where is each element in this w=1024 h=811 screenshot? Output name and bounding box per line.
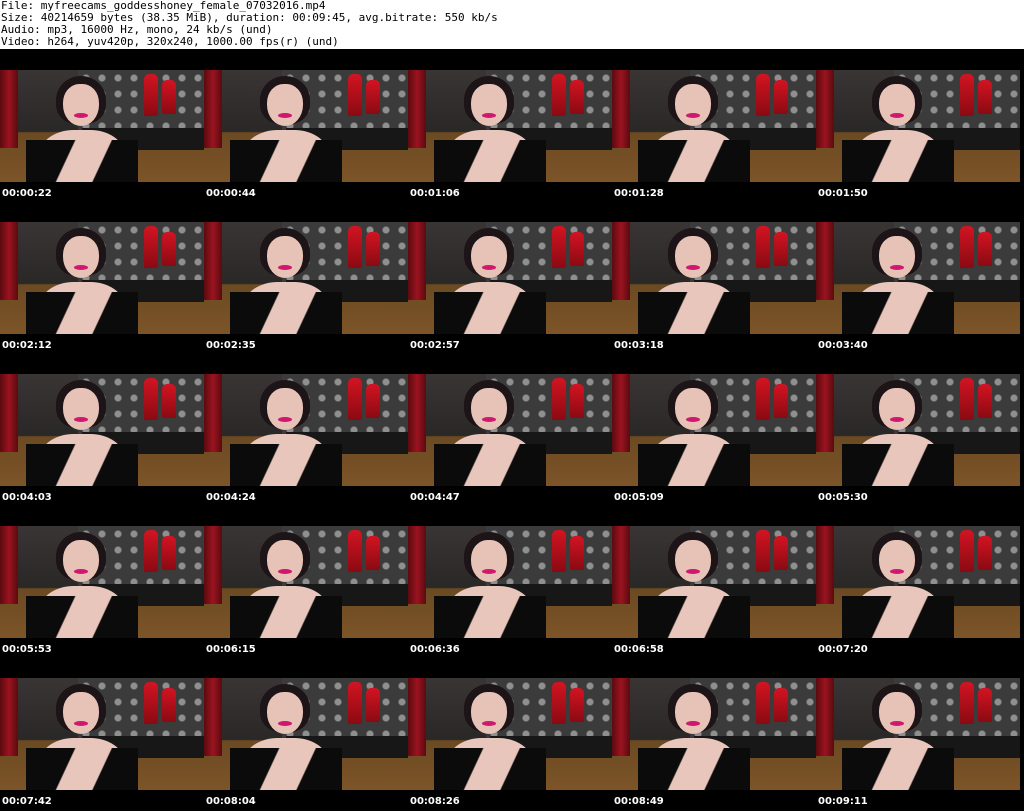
thumbnail-frame: 00:07:20 bbox=[816, 505, 1020, 657]
thumbnail-image bbox=[408, 526, 612, 638]
timestamp-label: 00:09:11 bbox=[818, 796, 868, 807]
thumbnail-frame: 00:02:12 bbox=[0, 201, 204, 353]
thumbnail-frame: 00:08:49 bbox=[612, 657, 816, 809]
thumbnail-image bbox=[816, 526, 1020, 638]
thumbnail-frame: 00:07:42 bbox=[0, 657, 204, 809]
thumbnail-grid: 00:00:22 00:00:44 00:01:06 00:01:28 00:01:50… bbox=[0, 49, 1024, 811]
thumbnail-frame: 00:04:03 bbox=[0, 353, 204, 505]
video-info-line: Video: h264, yuv420p, 320x240, 1000.00 f… bbox=[1, 35, 339, 48]
thumbnail-image bbox=[612, 70, 816, 182]
timestamp-label: 00:02:12 bbox=[2, 340, 52, 351]
thumbnail-image bbox=[408, 70, 612, 182]
thumbnail-frame: 00:04:47 bbox=[408, 353, 612, 505]
thumbnail-frame: 00:05:53 bbox=[0, 505, 204, 657]
timestamp-label: 00:00:22 bbox=[2, 188, 52, 199]
timestamp-label: 00:06:15 bbox=[206, 644, 256, 655]
thumbnail-frame: 00:02:57 bbox=[408, 201, 612, 353]
thumbnail-image bbox=[0, 374, 204, 486]
timestamp-label: 00:01:06 bbox=[410, 188, 460, 199]
thumbnail-image bbox=[204, 526, 408, 638]
thumbnail-frame: 00:06:36 bbox=[408, 505, 612, 657]
timestamp-label: 00:07:20 bbox=[818, 644, 868, 655]
thumbnail-image bbox=[408, 222, 612, 334]
thumbnail-frame: 00:08:04 bbox=[204, 657, 408, 809]
thumbnail-frame: 00:00:22 bbox=[0, 49, 204, 201]
thumbnail-image bbox=[612, 678, 816, 790]
thumbnail-frame: 00:06:15 bbox=[204, 505, 408, 657]
timestamp-label: 00:05:53 bbox=[2, 644, 52, 655]
thumbnail-frame: 00:05:30 bbox=[816, 353, 1020, 505]
thumbnail-image bbox=[204, 222, 408, 334]
thumbnail-image bbox=[816, 678, 1020, 790]
thumbnail-image bbox=[612, 374, 816, 486]
timestamp-label: 00:08:26 bbox=[410, 796, 460, 807]
thumbnail-image bbox=[0, 222, 204, 334]
thumbnail-frame: 00:04:24 bbox=[204, 353, 408, 505]
thumbnail-frame: 00:05:09 bbox=[612, 353, 816, 505]
file-info-header: File: myfreecams_goddesshoney_female_070… bbox=[0, 0, 1024, 48]
thumbnail-image bbox=[204, 678, 408, 790]
timestamp-label: 00:07:42 bbox=[2, 796, 52, 807]
thumbnail-image bbox=[204, 70, 408, 182]
thumbnail-image bbox=[408, 678, 612, 790]
thumbnail-image bbox=[816, 70, 1020, 182]
thumbnail-image bbox=[612, 222, 816, 334]
thumbnail-image bbox=[204, 374, 408, 486]
thumbnail-frame: 00:06:58 bbox=[612, 505, 816, 657]
timestamp-label: 00:04:47 bbox=[410, 492, 460, 503]
timestamp-label: 00:08:04 bbox=[206, 796, 256, 807]
thumbnail-frame: 00:08:26 bbox=[408, 657, 612, 809]
timestamp-label: 00:05:30 bbox=[818, 492, 868, 503]
timestamp-label: 00:01:50 bbox=[818, 188, 868, 199]
thumbnail-image bbox=[816, 222, 1020, 334]
thumbnail-image bbox=[408, 374, 612, 486]
timestamp-label: 00:08:49 bbox=[614, 796, 664, 807]
timestamp-label: 00:02:35 bbox=[206, 340, 256, 351]
timestamp-label: 00:00:44 bbox=[206, 188, 256, 199]
timestamp-label: 00:05:09 bbox=[614, 492, 664, 503]
thumbnail-image bbox=[612, 526, 816, 638]
thumbnail-frame: 00:01:50 bbox=[816, 49, 1020, 201]
thumbnail-frame: 00:00:44 bbox=[204, 49, 408, 201]
timestamp-label: 00:01:28 bbox=[614, 188, 664, 199]
timestamp-label: 00:04:24 bbox=[206, 492, 256, 503]
thumbnail-frame: 00:03:40 bbox=[816, 201, 1020, 353]
thumbnail-frame: 00:03:18 bbox=[612, 201, 816, 353]
timestamp-label: 00:04:03 bbox=[2, 492, 52, 503]
timestamp-label: 00:06:58 bbox=[614, 644, 664, 655]
thumbnail-frame: 00:02:35 bbox=[204, 201, 408, 353]
thumbnail-image bbox=[0, 678, 204, 790]
thumbnail-frame: 00:01:06 bbox=[408, 49, 612, 201]
timestamp-label: 00:02:57 bbox=[410, 340, 460, 351]
timestamp-label: 00:06:36 bbox=[410, 644, 460, 655]
timestamp-label: 00:03:40 bbox=[818, 340, 868, 351]
timestamp-label: 00:03:18 bbox=[614, 340, 664, 351]
thumbnail-frame: 00:09:11 bbox=[816, 657, 1020, 809]
thumbnail-image bbox=[0, 70, 204, 182]
thumbnail-image bbox=[0, 526, 204, 638]
thumbnail-image bbox=[816, 374, 1020, 486]
thumbnail-frame: 00:01:28 bbox=[612, 49, 816, 201]
